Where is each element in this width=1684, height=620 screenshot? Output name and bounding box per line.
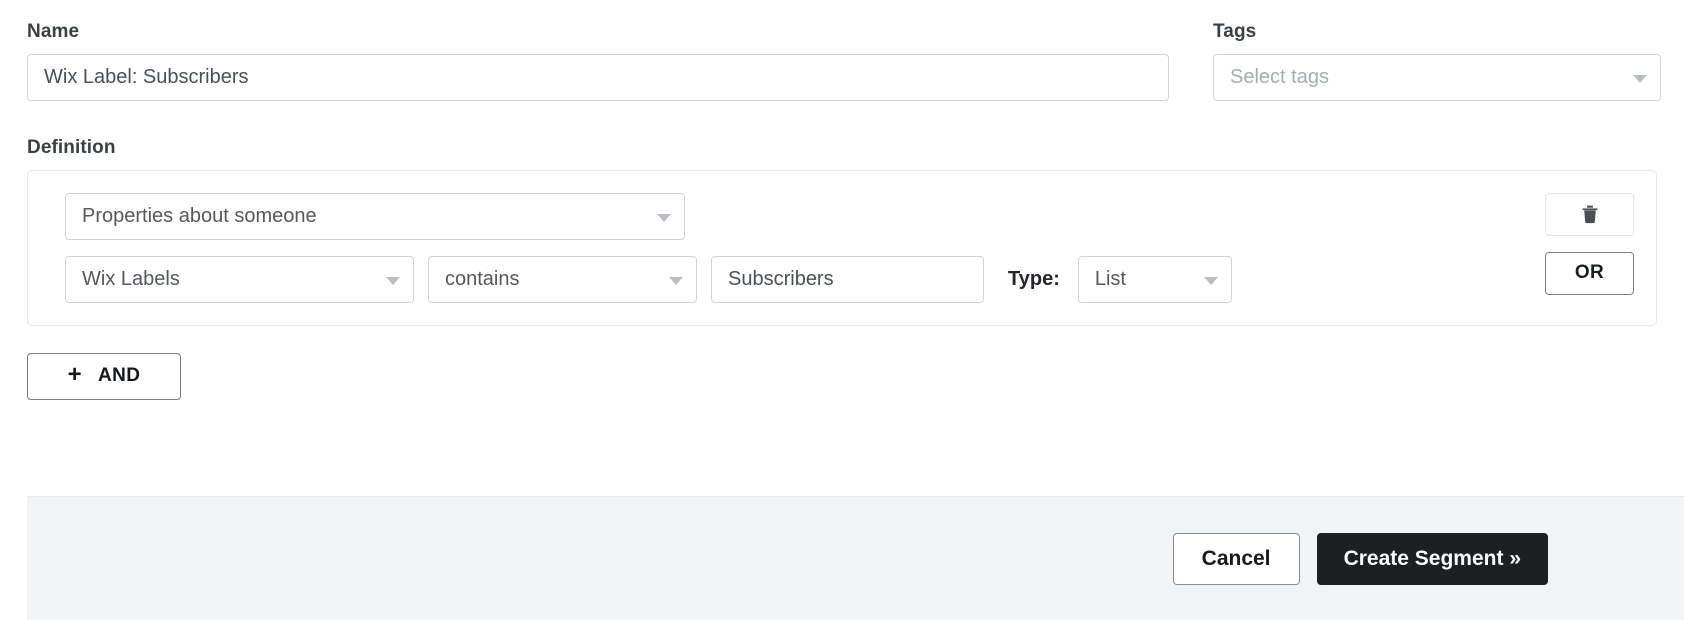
- trash-icon: [1582, 205, 1597, 224]
- name-field-group: Name: [27, 21, 1169, 101]
- properties-scope-value: Properties about someone: [82, 204, 317, 227]
- properties-scope-select[interactable]: Properties about someone: [65, 192, 685, 240]
- add-condition-area: + AND: [0, 326, 1684, 400]
- create-segment-button[interactable]: Create Segment »: [1316, 532, 1548, 585]
- or-button-label: OR: [1574, 262, 1605, 284]
- cancel-button[interactable]: Cancel: [1172, 532, 1300, 585]
- tags-label: Tags: [1213, 21, 1257, 42]
- condition-type-value: List: [1094, 267, 1126, 290]
- condition-row: Wix Labels contains Type: List: [65, 255, 1465, 303]
- rule-group: Properties about someone Wix Labels cont…: [65, 192, 1465, 303]
- add-and-button[interactable]: + AND: [27, 352, 181, 400]
- delete-rule-button[interactable]: [1545, 192, 1634, 236]
- name-input[interactable]: [27, 53, 1169, 101]
- condition-field-value: Wix Labels: [82, 267, 180, 290]
- rule-actions: OR: [1545, 192, 1634, 295]
- definition-section: Definition Properties about someone Wix …: [0, 101, 1684, 326]
- condition-operator-select[interactable]: contains: [428, 255, 697, 303]
- type-label: Type:: [1008, 267, 1060, 290]
- add-and-label: AND: [98, 365, 141, 387]
- top-fields-row: Name Tags Select tags: [0, 0, 1684, 101]
- form-footer: Cancel Create Segment »: [27, 496, 1684, 620]
- condition-operator-value: contains: [445, 267, 520, 290]
- tags-select-value: Select tags: [1230, 65, 1329, 88]
- chevron-down-icon: [1203, 277, 1218, 286]
- chevron-down-icon: [657, 214, 671, 223]
- definition-box: Properties about someone Wix Labels cont…: [27, 169, 1657, 326]
- definition-label: Definition: [27, 136, 116, 158]
- condition-field-select[interactable]: Wix Labels: [65, 255, 414, 303]
- condition-type-select[interactable]: List: [1077, 255, 1232, 303]
- name-label: Name: [27, 21, 80, 42]
- chevron-down-icon: [669, 277, 683, 286]
- or-button[interactable]: OR: [1545, 251, 1634, 295]
- create-segment-form: Name Tags Select tags Definition Propert…: [0, 0, 1684, 620]
- tags-select[interactable]: Select tags: [1213, 53, 1661, 101]
- plus-icon: +: [67, 361, 83, 389]
- chevron-down-icon: [1633, 75, 1647, 84]
- condition-value-input[interactable]: [711, 255, 984, 303]
- scope-row: Properties about someone: [65, 192, 1465, 240]
- chevron-down-icon: [386, 277, 400, 286]
- tags-field-group: Tags Select tags: [1213, 21, 1661, 101]
